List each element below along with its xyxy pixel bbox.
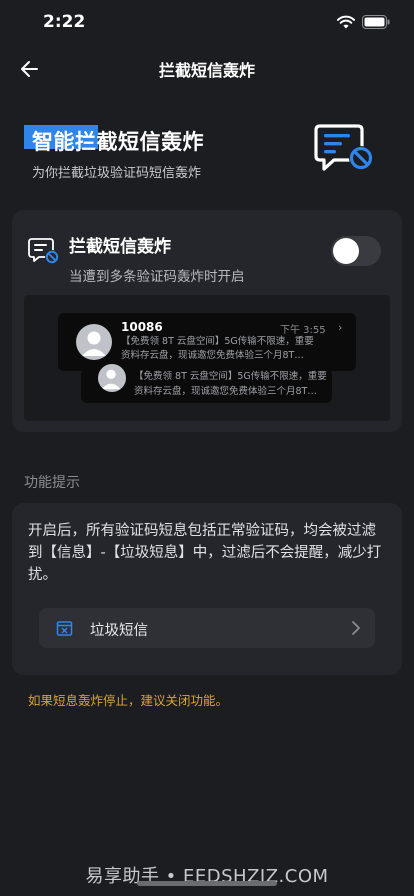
message-text-line: 【免费领 8T 云盘空间】5G传输不限速，重要 [121,336,314,347]
toggle-knob [333,238,359,264]
status-time: 2:22 [43,12,86,32]
message-text-line: 资料存云盘，现诚邀您免费体验三个月8T… [121,350,304,361]
intercept-description: 当遭到多条验证码轰炸时开启 [69,269,245,285]
chevron-right-icon: › [338,321,343,334]
avatar [97,363,127,393]
battery-icon [362,15,390,29]
wifi-icon [337,15,355,29]
intercept-toggle-switch[interactable] [331,236,381,266]
status-bar: 2:22 [0,0,414,44]
intercept-title: 拦截短信轰炸 [69,237,171,257]
blocked-message-small-icon [28,238,59,264]
message-time: 下午 3:55 [280,325,326,336]
junk-sms-label: 垃圾短信 [90,623,148,639]
message-text-line: 【免费领 8T 云盘空间】5G传输不限速，重要 [134,371,327,382]
avatar [76,324,112,360]
blocked-message-icon [314,124,373,171]
hero-subtitle: 为你拦截垃圾验证码短信轰炸 [32,166,202,181]
page-title: 拦截短信轰炸 [158,61,255,80]
message-text-line: 资料存云盘，现诚邀您免费体验三个月8T… [134,386,317,397]
nav-bar: 拦截短信轰炸 [0,48,414,88]
preview-message: 【免费领 8T 云盘空间】5G传输不限速，重要 资料存云盘，现诚邀您免费体验三个… [81,363,332,403]
preview-message: 10086 下午 3:55 › 【免费领 8T 云盘空间】5G传输不限速，重要 … [58,313,356,371]
section-label: 功能提示 [24,475,80,491]
junk-sms-row[interactable]: 垃圾短信 [39,608,375,648]
hero-title: 智能拦截短信轰炸 [32,130,204,154]
home-indicator[interactable] [137,881,277,886]
message-preview: 10086 下午 3:55 › 【免费领 8T 云盘空间】5G传输不限速，重要 … [24,295,390,421]
feature-tip-text: 开启后，所有验证码短息包括正常验证码，均会被过滤到【信息】-【垃圾短息】中，过滤… [28,523,382,583]
feature-tip-card: 开启后，所有验证码短息包括正常验证码，均会被过滤到【信息】-【垃圾短息】中，过滤… [12,503,402,675]
warning-note: 如果短息轰炸停止，建议关闭功能。 [28,693,229,708]
trash-box-icon [56,621,73,636]
intercept-toggle-card: 拦截短信轰炸 当遭到多条验证码轰炸时开启 10086 下午 3:55 › 【免费… [12,210,402,432]
hero-banner: 智能拦截短信轰炸 为你拦截垃圾验证码短信轰炸 [0,120,414,190]
message-sender: 10086 [121,320,163,334]
chevron-right-icon [352,621,360,635]
